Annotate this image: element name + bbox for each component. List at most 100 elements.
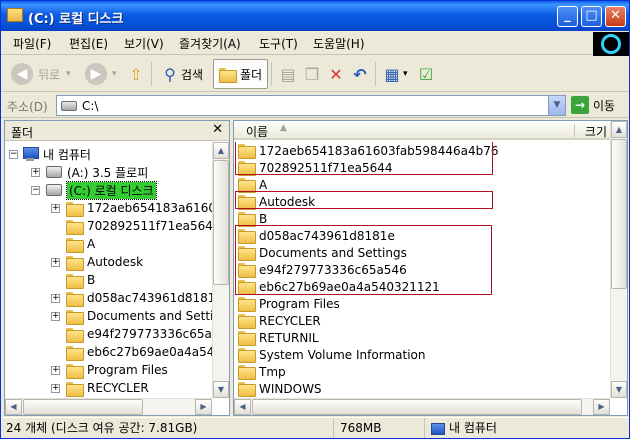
collapse-icon[interactable]: − — [31, 185, 40, 195]
list-vertical-scrollbar[interactable]: ▲ ▼ — [610, 121, 627, 398]
file-name: B — [259, 211, 268, 226]
move-to-button[interactable]: ▤ — [277, 59, 299, 89]
column-header: 이름 ▲ 크기 — [234, 121, 611, 140]
scroll-right-icon[interactable]: ▶ — [593, 399, 610, 415]
list-item[interactable]: RECYCLER — [238, 312, 321, 329]
tree-item-label: d058ac743961d8181e — [87, 291, 214, 305]
tree-item-floppy[interactable]: + (A:) 3.5 플로피 — [31, 163, 148, 181]
back-button[interactable]: ◀ 뒤로 ▾ — [11, 59, 71, 89]
folder-icon — [66, 201, 84, 217]
expand-icon[interactable]: + — [51, 383, 60, 393]
sort-ascending-icon: ▲ — [280, 123, 287, 133]
tree-item-label: (C:) 로컬 디스크 — [66, 180, 157, 200]
list-item[interactable]: System Volume Information — [238, 346, 425, 363]
tree-item-folder[interactable]: 702892511f71ea5644 — [66, 217, 214, 235]
views-button[interactable]: ▦ ▾ — [381, 59, 408, 89]
tree-item-label: RECYCLER — [87, 381, 149, 395]
menu-help[interactable]: 도움말(H) — [313, 35, 365, 52]
tree-item-folder[interactable]: + Autodesk — [51, 253, 143, 271]
scroll-thumb[interactable] — [252, 399, 582, 415]
folder-icon — [238, 382, 256, 397]
views-dropdown-icon: ▾ — [403, 69, 408, 79]
properties-button[interactable]: ☑ — [415, 59, 437, 89]
copy-to-icon: ❐ — [304, 64, 320, 84]
go-button[interactable]: → 이동 — [571, 96, 615, 114]
tree-horizontal-scrollbar[interactable]: ◀ ▶ — [5, 398, 212, 415]
tree-item-folder[interactable]: + Program Files — [51, 361, 168, 379]
folder-icon — [66, 345, 84, 361]
back-arrow-icon: ◀ — [11, 63, 33, 85]
scroll-up-icon[interactable]: ▲ — [611, 121, 627, 138]
menu-view[interactable]: 보기(V) — [124, 35, 164, 52]
expand-icon[interactable]: + — [31, 167, 40, 177]
close-icon[interactable]: ✕ — [212, 122, 223, 137]
list-item[interactable]: WINDOWS — [238, 380, 322, 397]
tree-item-folder[interactable]: e94f279773336c65a546 — [66, 325, 214, 343]
tree-item-folder[interactable]: B — [66, 271, 95, 289]
tree-item-folder[interactable]: + 172aeb654183a61603fab598446a4b76 — [51, 199, 214, 217]
close-button[interactable]: ✕ — [605, 6, 626, 27]
copy-to-button[interactable]: ❐ — [301, 59, 323, 89]
collapse-icon[interactable]: − — [9, 149, 18, 159]
tree-item-folder[interactable]: + d058ac743961d8181e — [51, 289, 214, 307]
folder-icon — [66, 363, 84, 379]
scroll-down-icon[interactable]: ▼ — [213, 381, 229, 398]
maximize-button[interactable]: □ — [581, 6, 602, 27]
title-bar[interactable]: (C:) 로컬 디스크 _ □ ✕ — [1, 1, 629, 31]
expand-icon[interactable]: + — [51, 257, 60, 267]
computer-icon — [22, 147, 39, 161]
list-horizontal-scrollbar[interactable]: ◀ ▶ — [234, 398, 610, 415]
column-name[interactable]: 이름 — [246, 123, 268, 140]
file-name: System Volume Information — [259, 347, 426, 362]
scroll-down-icon[interactable]: ▼ — [611, 381, 627, 398]
go-label: 이동 — [593, 98, 616, 113]
address-field[interactable]: C:\ ▼ — [56, 95, 566, 116]
menu-tools[interactable]: 도구(T) — [259, 35, 298, 52]
minimize-button[interactable]: _ — [557, 6, 578, 27]
column-divider[interactable] — [574, 124, 575, 137]
file-name: RECYCLER — [259, 313, 321, 328]
address-dropdown-icon[interactable]: ▼ — [548, 96, 565, 115]
tree-item-my-computer[interactable]: − 내 컴퓨터 — [9, 145, 91, 163]
expand-icon[interactable]: + — [51, 365, 60, 375]
menu-file[interactable]: 파일(F) — [13, 35, 51, 52]
address-label: 주소(D) — [7, 100, 48, 114]
folders-button[interactable]: 폴더 — [213, 59, 269, 89]
scroll-thumb[interactable] — [611, 139, 627, 289]
expand-icon[interactable]: + — [51, 311, 60, 321]
tree-item-folder[interactable]: + RECYCLER — [51, 379, 149, 397]
search-button[interactable]: ⚲ 검색 — [159, 59, 203, 89]
scroll-thumb[interactable] — [23, 399, 143, 415]
forward-button[interactable]: ▶ ▾ — [85, 59, 117, 89]
tree-item-folder[interactable]: eb6c27b69ae0a4a540321121 — [66, 343, 214, 361]
list-item[interactable]: Program Files — [238, 295, 340, 312]
tree-item-label: 내 컴퓨터 — [43, 147, 91, 162]
scroll-right-icon[interactable]: ▶ — [195, 399, 212, 415]
scroll-thumb[interactable] — [213, 160, 229, 285]
list-item[interactable]: Tmp — [238, 363, 286, 380]
folders-pane: 폴더 ✕ − 내 컴퓨터 + (A:) 3.5 플로피 − (C:) 로컬 디스… — [4, 120, 230, 416]
scroll-left-icon[interactable]: ◀ — [234, 399, 251, 415]
expand-icon[interactable]: + — [51, 293, 60, 303]
undo-button[interactable]: ↶ — [349, 59, 371, 89]
folder-icon — [66, 291, 84, 307]
file-name: RETURNIL — [259, 330, 319, 345]
tree-vertical-scrollbar[interactable]: ▲ ▼ — [212, 142, 229, 398]
menu-edit[interactable]: 편집(E) — [69, 35, 108, 52]
delete-button[interactable]: ✕ — [325, 59, 347, 89]
status-location-label: 내 컴퓨터 — [449, 421, 497, 435]
scroll-up-icon[interactable]: ▲ — [213, 142, 229, 159]
expand-icon[interactable]: + — [51, 203, 60, 213]
drive-icon — [61, 101, 77, 111]
folders-pane-title: 폴더 — [11, 126, 34, 140]
up-folder-button[interactable]: ⇧ — [125, 59, 147, 89]
tree-item-local-disk[interactable]: − (C:) 로컬 디스크 — [31, 180, 157, 200]
tree-item-label: eb6c27b69ae0a4a540321121 — [87, 345, 214, 359]
list-item[interactable]: RETURNIL — [238, 329, 319, 346]
menu-favorites[interactable]: 즐겨찾기(A) — [179, 35, 241, 52]
tree-item-folder[interactable]: + Documents and Settings — [51, 307, 214, 325]
scroll-left-icon[interactable]: ◀ — [5, 399, 22, 415]
folder-icon — [238, 297, 256, 312]
column-size[interactable]: 크기 — [585, 123, 607, 140]
tree-item-folder[interactable]: A — [66, 235, 95, 253]
